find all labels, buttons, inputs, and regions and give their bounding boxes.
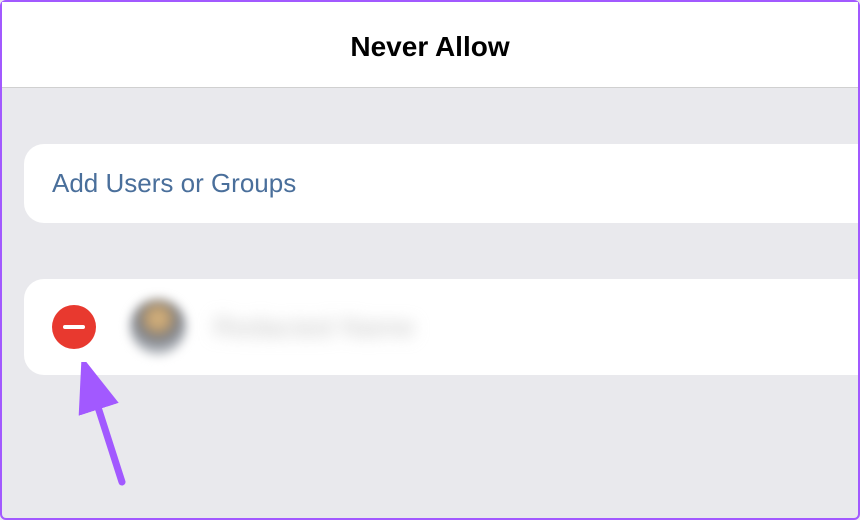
add-users-link[interactable]: Add Users or Groups: [52, 168, 296, 199]
user-name-label: Redacted Name: [214, 312, 415, 343]
arrow-annotation-icon: [72, 362, 152, 502]
add-users-card[interactable]: Add Users or Groups: [24, 144, 858, 223]
page-title: Never Allow: [350, 31, 509, 63]
user-row: Redacted Name: [24, 279, 858, 375]
header-bar: Never Allow: [2, 2, 858, 88]
minus-icon: [63, 325, 85, 329]
remove-user-button[interactable]: [52, 305, 96, 349]
content-area: Add Users or Groups Redacted Name: [2, 88, 858, 375]
avatar: [130, 299, 186, 355]
